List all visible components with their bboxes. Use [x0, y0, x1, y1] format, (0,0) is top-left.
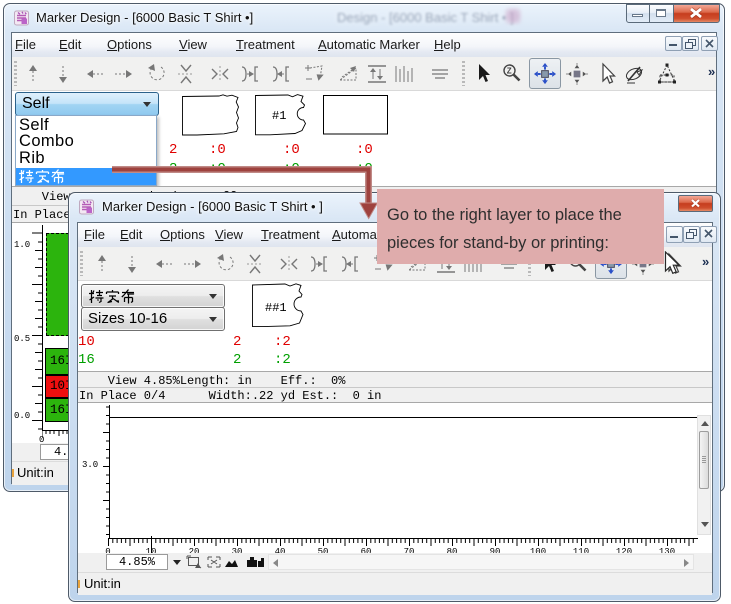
svg-text:##1: ##1: [265, 301, 287, 315]
svg-text:#1: #1: [272, 109, 286, 123]
